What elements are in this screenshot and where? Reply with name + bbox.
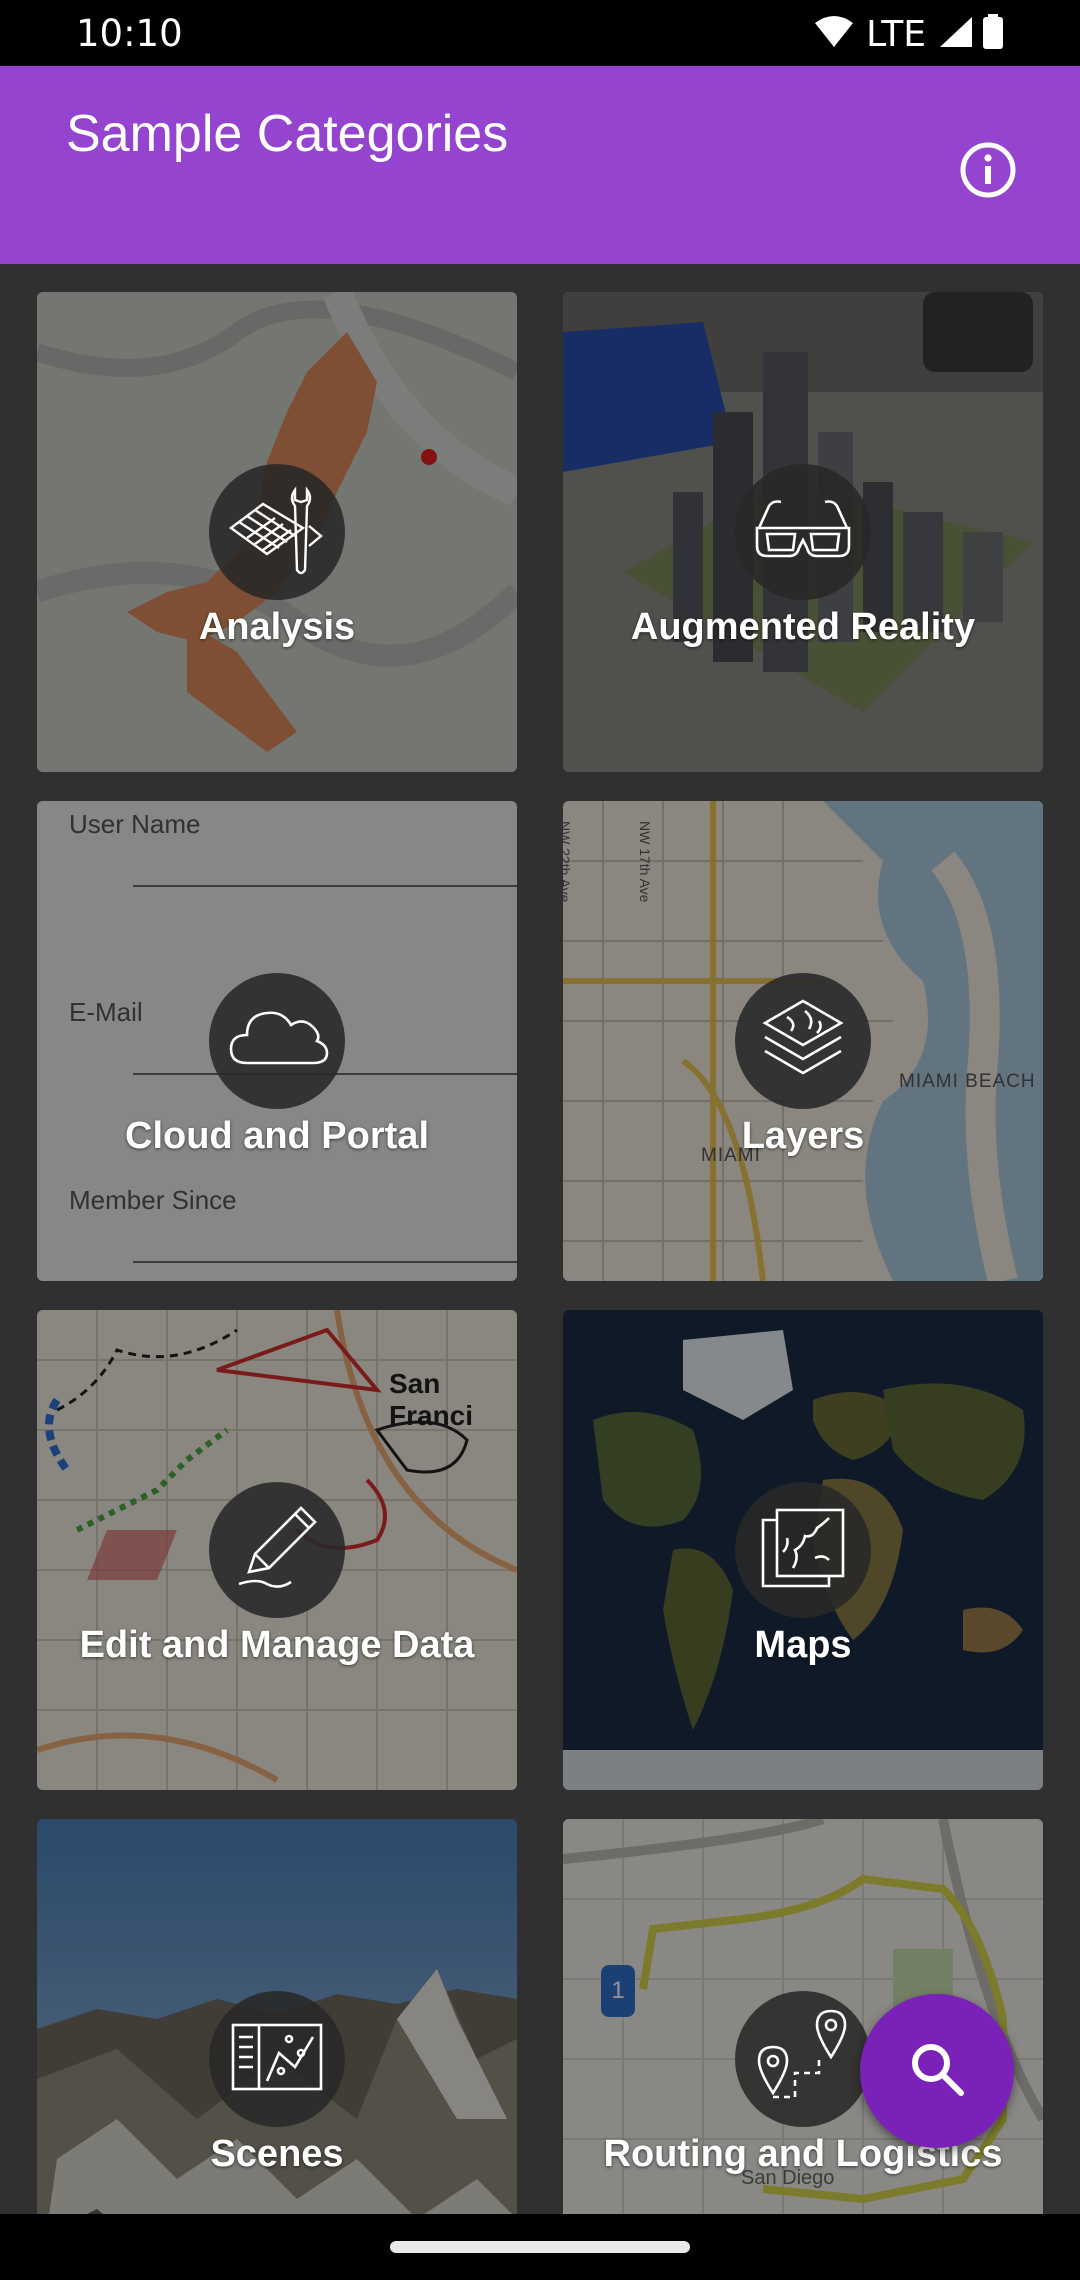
cloud-icon (217, 979, 337, 1104)
category-card-scenes[interactable]: Scenes (37, 1819, 517, 2214)
icon-badge (735, 1482, 871, 1618)
icon-badge (209, 1991, 345, 2127)
category-label: Edit and Manage Data (79, 1624, 475, 1666)
category-grid: Analysis Augmented Reality User Name E-M… (0, 264, 1080, 2214)
icon-badge (735, 973, 871, 1109)
category-label: Layers (741, 1115, 865, 1157)
category-label: Scenes (210, 2133, 344, 2175)
layers-icon (743, 979, 863, 1104)
category-card-augmented-reality[interactable]: Augmented Reality (563, 292, 1043, 772)
network-type: LTE (866, 14, 926, 55)
navigation-bar (0, 2214, 1080, 2280)
category-label: Analysis (198, 606, 356, 648)
scene-icon (217, 1997, 337, 2122)
category-card-edit-and-manage-data[interactable]: San Franci Edit and Manage Data (37, 1310, 517, 1790)
icon-badge (735, 1991, 871, 2127)
search-button[interactable] (860, 1994, 1014, 2148)
app-bar: Sample Categories (0, 66, 1080, 264)
search-icon (905, 2037, 969, 2106)
status-bar: 10:10 LTE (0, 0, 1080, 66)
info-icon (958, 140, 1018, 205)
pencil-icon (217, 1488, 337, 1613)
home-gesture-handle[interactable] (390, 2241, 690, 2253)
category-card-analysis[interactable]: Analysis (37, 292, 517, 772)
category-label: Maps (754, 1624, 852, 1666)
info-button[interactable] (952, 136, 1024, 208)
icon-badge (209, 464, 345, 600)
battery-icon (982, 14, 1004, 55)
ar-glasses-icon (743, 470, 863, 595)
icon-badge (209, 973, 345, 1109)
page-title: Sample Categories (66, 105, 509, 163)
signal-icon (938, 15, 974, 54)
category-label: Augmented Reality (630, 606, 976, 648)
status-time: 10:10 (76, 12, 183, 55)
icon-badge (209, 1482, 345, 1618)
status-icons: LTE (814, 14, 1004, 55)
icon-badge (735, 464, 871, 600)
map-icon (743, 1488, 863, 1613)
category-card-layers[interactable]: NW 22th Ave NW 17th Ave MIAMI BEACH MIAM… (563, 801, 1043, 1281)
route-pins-icon (743, 1997, 863, 2122)
category-label: Cloud and Portal (125, 1115, 429, 1157)
analysis-tools-icon (217, 470, 337, 595)
wifi-icon (814, 15, 854, 54)
category-card-cloud-and-portal[interactable]: User Name E-Mail Member Since Cloud and … (37, 801, 517, 1281)
category-card-maps[interactable]: Maps (563, 1310, 1043, 1790)
